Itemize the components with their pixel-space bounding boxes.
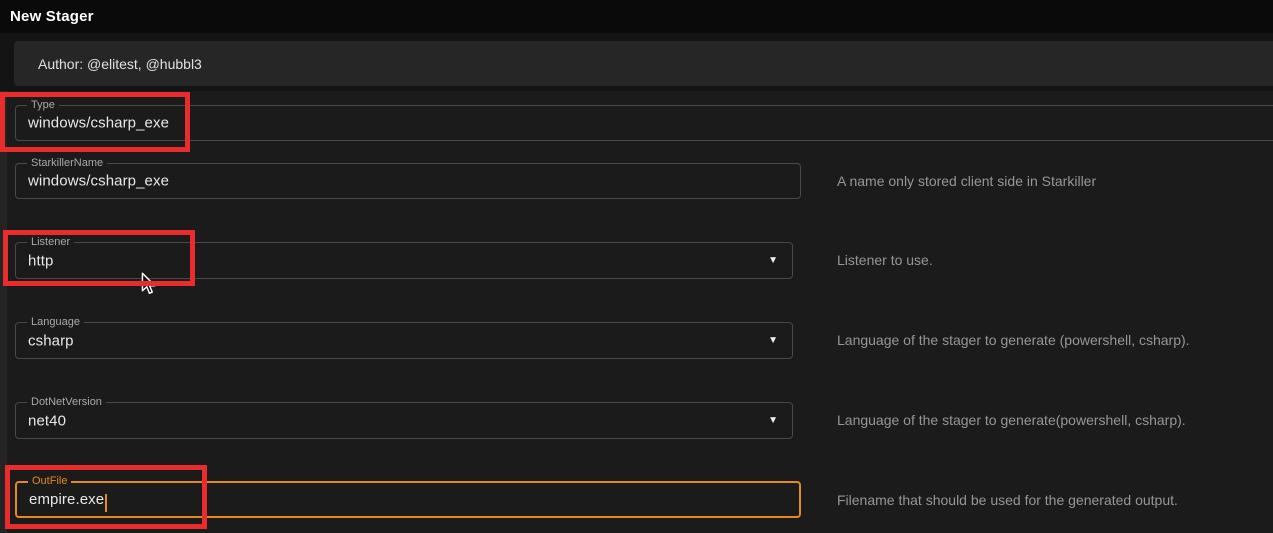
type-select[interactable]: Type windows/csharp_exe <box>15 105 1273 141</box>
outfile-label: OutFile <box>28 474 71 488</box>
listener-value: http <box>28 252 53 269</box>
listener-label: Listener <box>27 235 74 249</box>
type-label: Type <box>27 98 59 112</box>
stager-form: Type windows/csharp_exe StarkillerName w… <box>0 91 1273 533</box>
titlebar: New Stager <box>0 0 1273 33</box>
starkillername-value: windows/csharp_exe <box>28 173 169 190</box>
listener-helper: Listener to use. <box>837 252 933 268</box>
dotnetversion-value: net40 <box>28 412 66 429</box>
left-edge-strip <box>0 91 7 533</box>
starkillername-input[interactable]: StarkillerName windows/csharp_exe <box>15 163 801 199</box>
starkillername-label: StarkillerName <box>27 156 107 170</box>
language-label: Language <box>27 315 84 329</box>
author-card: Author: @elitest, @hubbl3 <box>14 41 1273 86</box>
page-title: New Stager <box>10 8 94 25</box>
dotnetversion-label: DotNetVersion <box>27 395 106 409</box>
author-section: Author: @elitest, @hubbl3 <box>0 33 1273 91</box>
outfile-value: empire.exe <box>29 491 104 508</box>
outfile-helper: Filename that should be used for the gen… <box>837 492 1178 508</box>
dropdown-arrow-icon: ▼ <box>768 255 778 266</box>
type-value: windows/csharp_exe <box>28 115 169 132</box>
starkillername-helper: A name only stored client side in Starki… <box>837 173 1096 189</box>
outfile-input[interactable]: OutFile empire.exe <box>15 481 801 518</box>
author-text: Author: @elitest, @hubbl3 <box>38 56 202 72</box>
dropdown-arrow-icon: ▼ <box>768 415 778 426</box>
dropdown-arrow-icon: ▼ <box>768 335 778 346</box>
listener-select[interactable]: Listener http ▼ <box>15 242 793 279</box>
language-select[interactable]: Language csharp ▼ <box>15 322 793 359</box>
language-helper: Language of the stager to generate (powe… <box>837 332 1190 348</box>
outfile-value-wrap: empire.exe <box>29 491 107 509</box>
language-value: csharp <box>28 332 74 349</box>
dotnetversion-helper: Language of the stager to generate(power… <box>837 412 1186 428</box>
new-stager-screen: New Stager Author: @elitest, @hubbl3 Typ… <box>0 0 1273 533</box>
dotnetversion-select[interactable]: DotNetVersion net40 ▼ <box>15 402 793 439</box>
text-caret <box>105 494 107 512</box>
